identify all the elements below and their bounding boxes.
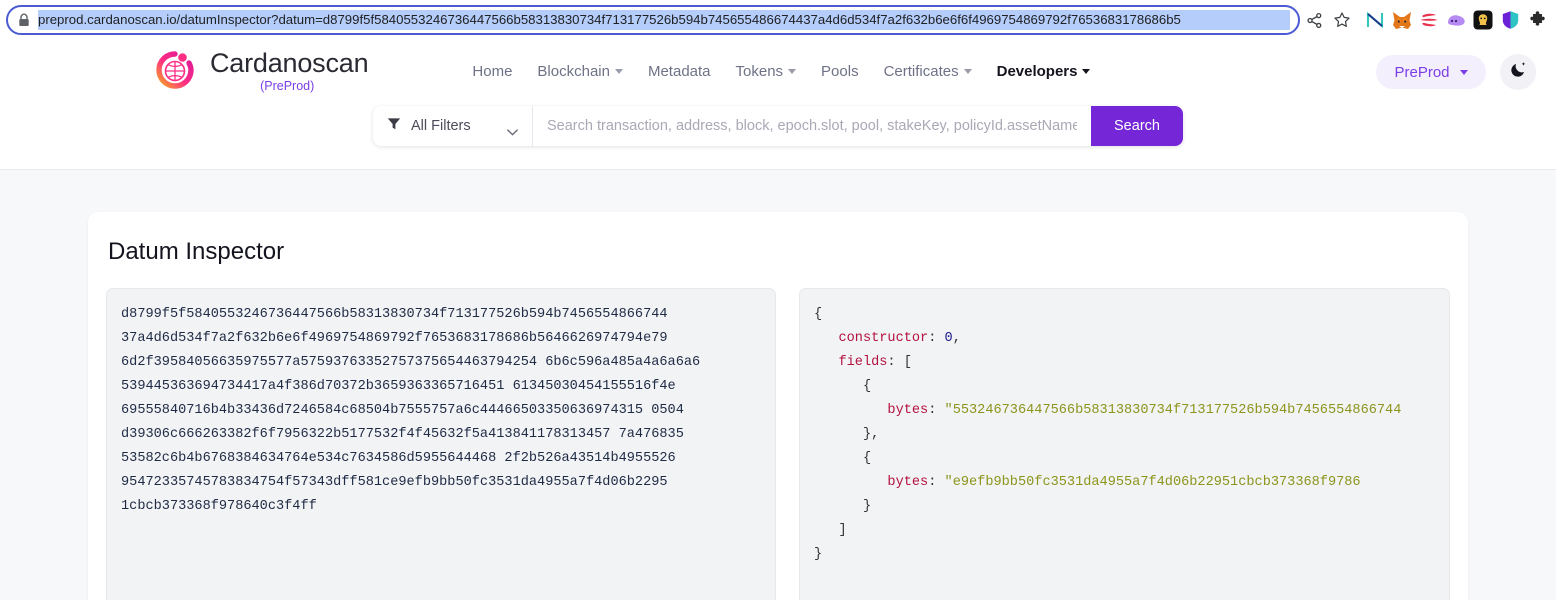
url-text[interactable]: preprod.cardanoscan.io/datumInspector?da… <box>38 10 1290 30</box>
json-line: } <box>814 499 872 514</box>
datum-inspector-card: Datum Inspector d8799f5f5840553246736447… <box>88 212 1468 600</box>
header-actions: PreProd <box>1376 54 1536 90</box>
json-line: bytes: "e9efb9bb50fc3531da4955a7f4d06b22… <box>814 475 1361 490</box>
site-brand[interactable]: Cardanoscan (PreProd) <box>152 47 369 94</box>
datum-json-panel[interactable]: { constructor: 0, fields: [ { bytes: "55… <box>799 288 1450 600</box>
lace-wallet-extension-icon[interactable] <box>1445 9 1467 31</box>
json-line: bytes: "553246736447566b58313830734f7131… <box>814 403 1402 418</box>
brand-network-label: (PreProd) <box>260 78 315 93</box>
site-header: Cardanoscan (PreProd) Home Blockchain Me… <box>0 40 1556 170</box>
filter-dropdown[interactable]: All Filters <box>373 106 533 146</box>
main-navigation: Home Blockchain Metadata Tokens Pools Ce… <box>472 63 1091 80</box>
address-bar[interactable]: preprod.cardanoscan.io/datumInspector?da… <box>6 5 1300 35</box>
nav-item-home[interactable]: Home <box>472 63 512 80</box>
vespr-wallet-extension-icon[interactable] <box>1472 9 1494 31</box>
nav-label: Tokens <box>735 62 784 80</box>
theme-toggle-button[interactable] <box>1500 54 1536 90</box>
share-icon[interactable] <box>1300 6 1328 34</box>
json-line: ] <box>814 523 847 538</box>
brand-name: Cardanoscan <box>210 47 369 78</box>
extensions-tray <box>1356 9 1550 31</box>
nav-label: Home <box>472 62 513 80</box>
search-row: All Filters Search <box>0 102 1556 146</box>
chevron-down-icon <box>1082 68 1091 74</box>
inspector-panels: d8799f5f5840553246736447566b58313830734f… <box>106 288 1450 600</box>
page-body: Datum Inspector d8799f5f5840553246736447… <box>0 170 1556 600</box>
json-line: }, <box>814 427 880 442</box>
nav-item-tokens[interactable]: Tokens <box>736 63 797 80</box>
nav-item-developers[interactable]: Developers <box>997 63 1091 80</box>
search-input[interactable] <box>533 106 1091 146</box>
primary-nav-row: Cardanoscan (PreProd) Home Blockchain Me… <box>0 40 1556 102</box>
filter-icon <box>387 117 401 136</box>
nav-label: Blockchain <box>537 62 610 80</box>
nav-label: Developers <box>996 62 1078 80</box>
datum-hex-panel[interactable]: d8799f5f5840553246736447566b58313830734f… <box>106 288 776 600</box>
json-line: { <box>814 307 823 322</box>
json-line: } <box>814 547 823 562</box>
extensions-puzzle-icon[interactable] <box>1526 9 1548 31</box>
json-line: { <box>814 379 872 394</box>
network-selector[interactable]: PreProd <box>1376 55 1486 89</box>
nav-item-certificates[interactable]: Certificates <box>884 63 972 80</box>
nav-item-pools[interactable]: Pools <box>821 63 859 80</box>
filter-label: All Filters <box>411 118 471 134</box>
json-line: { <box>814 451 872 466</box>
json-line: constructor: 0, <box>814 331 961 346</box>
shield-extension-icon[interactable] <box>1499 9 1521 31</box>
search-bar: All Filters Search <box>373 106 1183 146</box>
chevron-down-icon <box>1459 69 1468 75</box>
datum-json-text: { constructor: 0, fields: [ { bytes: "55… <box>814 303 1435 567</box>
chevron-down-icon <box>507 123 518 136</box>
chevron-down-icon <box>614 68 623 74</box>
nav-item-metadata[interactable]: Metadata <box>648 63 711 80</box>
chevron-down-icon <box>788 68 797 74</box>
eternl-wallet-extension-icon[interactable] <box>1418 9 1440 31</box>
cardanoscan-logo-icon <box>152 48 198 94</box>
nav-label: Certificates <box>883 62 959 80</box>
nav-label: Pools <box>821 62 859 80</box>
search-button[interactable]: Search <box>1091 106 1183 146</box>
datum-hex-text: d8799f5f5840553246736447566b58313830734f… <box>121 307 701 514</box>
lock-icon <box>18 13 30 27</box>
chevron-down-icon <box>963 68 972 74</box>
json-line: fields: [ <box>814 355 912 370</box>
metamask-extension-icon[interactable] <box>1391 9 1413 31</box>
page-title: Datum Inspector <box>108 238 285 265</box>
browser-toolbar: preprod.cardanoscan.io/datumInspector?da… <box>0 0 1556 40</box>
network-selector-label: PreProd <box>1394 63 1450 81</box>
star-icon[interactable] <box>1328 6 1356 34</box>
moon-icon <box>1509 60 1528 84</box>
nami-wallet-extension-icon[interactable] <box>1364 9 1386 31</box>
nav-label: Metadata <box>647 62 711 80</box>
nav-item-blockchain[interactable]: Blockchain <box>537 63 623 80</box>
